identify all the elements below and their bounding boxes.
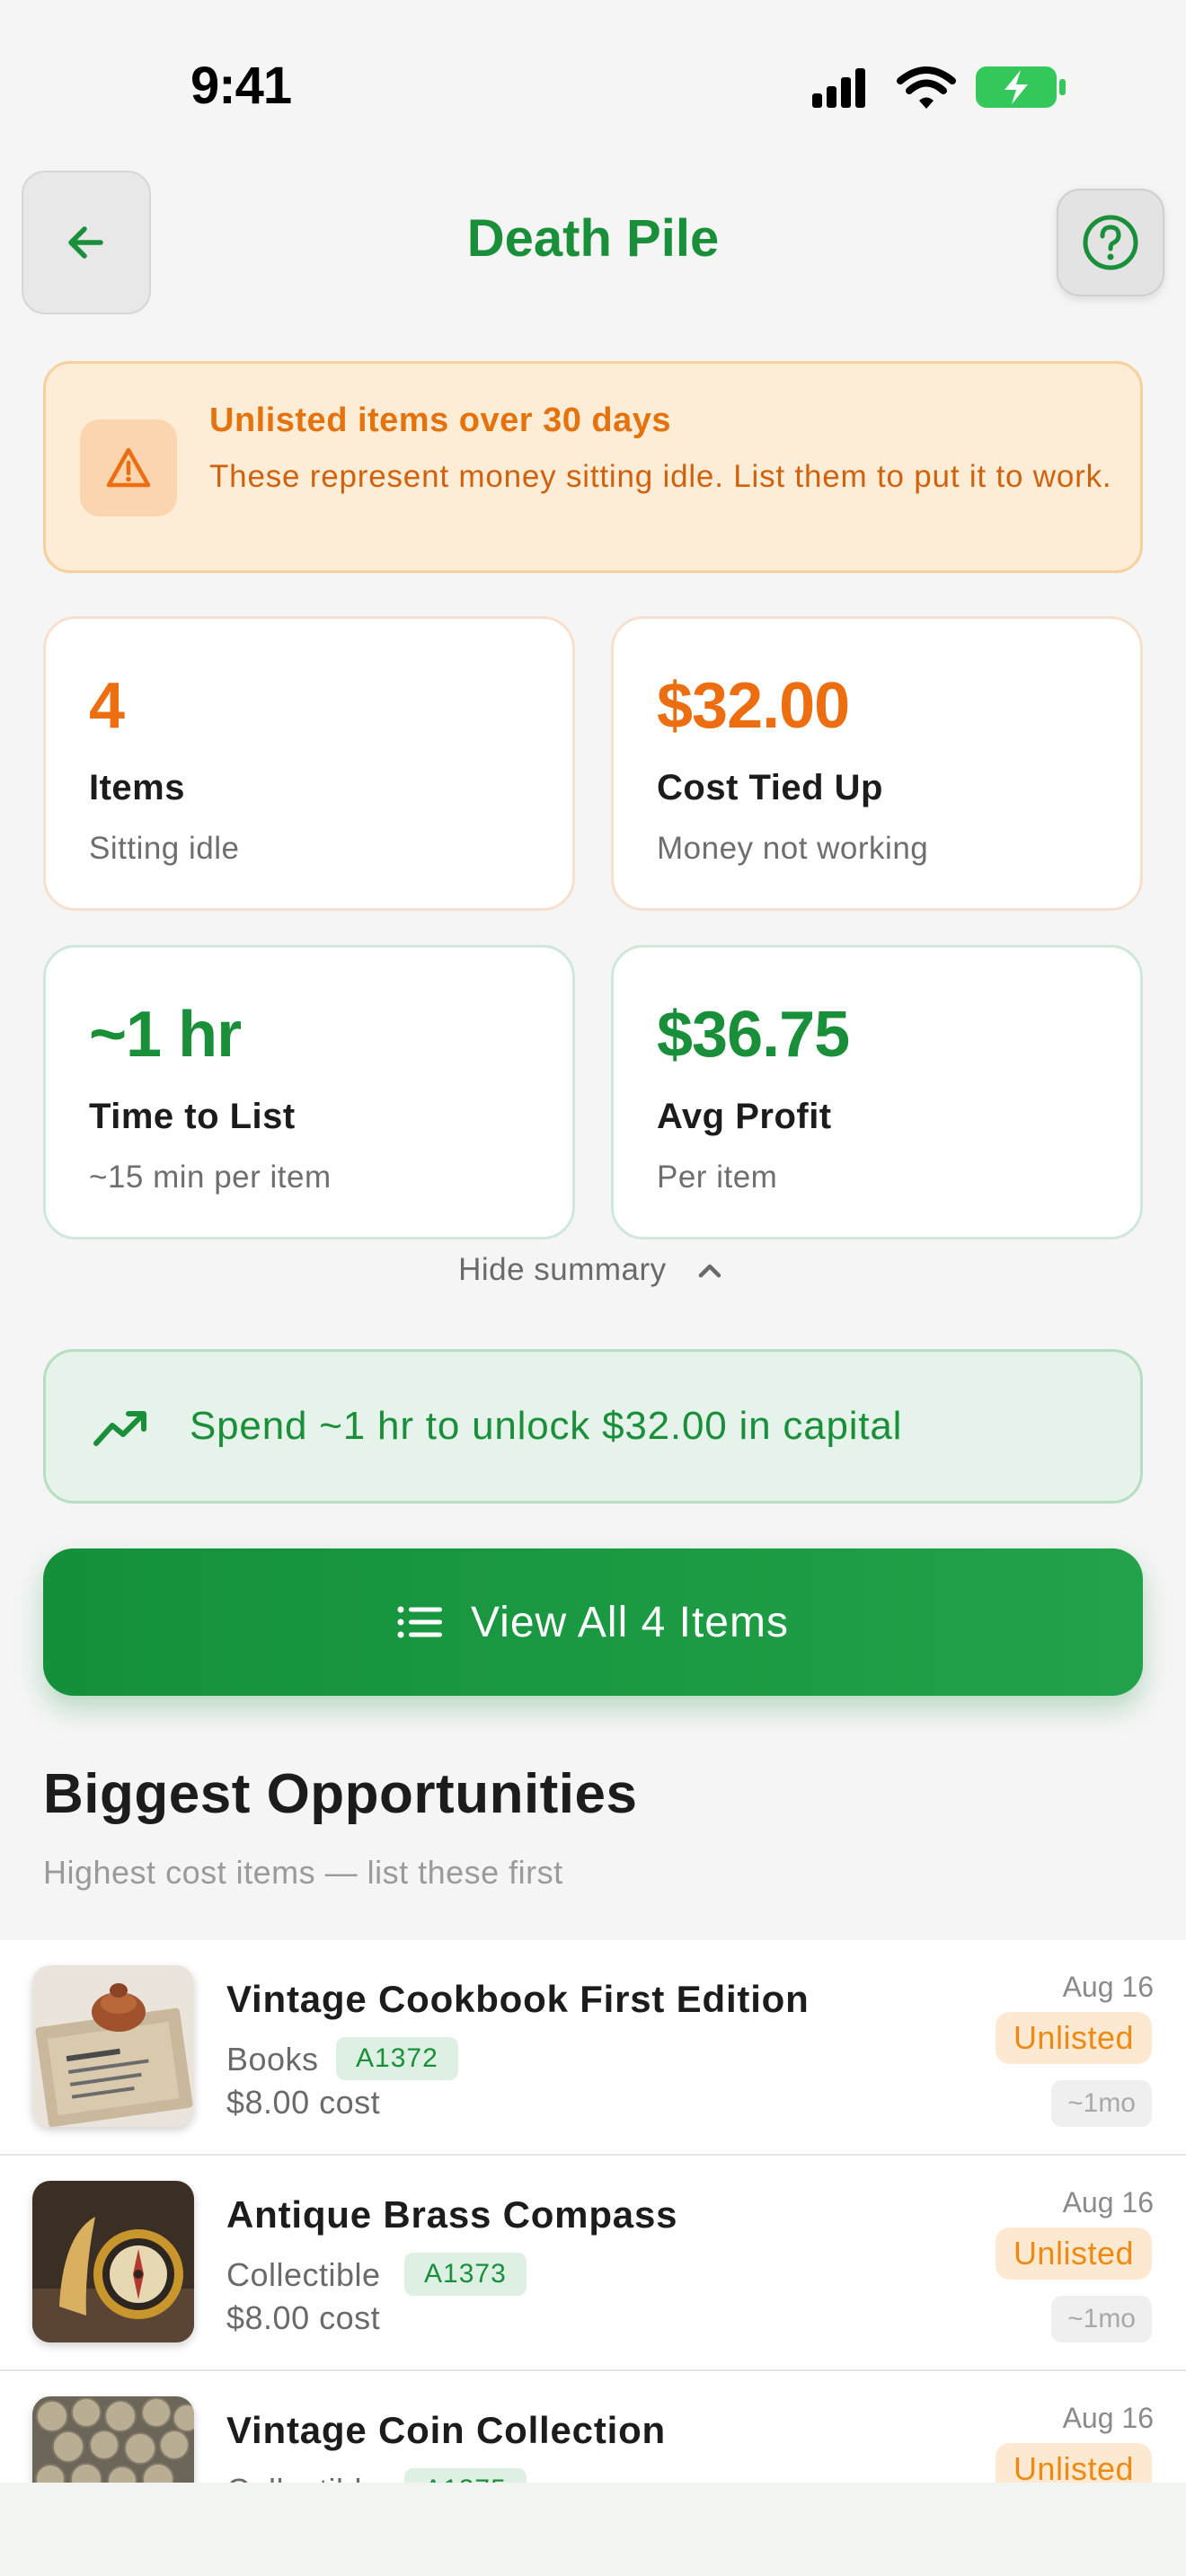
- hide-summary-label: Hide summary: [458, 1251, 667, 1287]
- stat-subtitle: Money not working: [657, 831, 929, 866]
- cellular-signal-icon: [812, 68, 865, 108]
- status-icons: [809, 63, 1069, 113]
- item-sku-badge: A1373: [404, 2253, 527, 2296]
- stat-subtitle: Per item: [657, 1160, 778, 1195]
- item-title: Vintage Coin Collection: [226, 2409, 666, 2451]
- stat-label: Time to List: [89, 1097, 296, 1136]
- stat-label: Avg Profit: [657, 1097, 832, 1136]
- list-item[interactable]: Antique Brass Compass Collectible A1373 …: [0, 2156, 1186, 2371]
- stat-value: ~1 hr: [89, 999, 242, 1071]
- unlock-capital-callout: Spend ~1 hr to unlock $32.00 in capital: [43, 1349, 1143, 1504]
- item-cost: $8.00 cost: [226, 2299, 381, 2336]
- item-category: Books: [226, 2041, 319, 2078]
- stat-card-avg-profit: $36.75 Avg Profit Per item: [611, 945, 1143, 1239]
- status-badge: Unlisted: [995, 2443, 1152, 2483]
- stat-label: Items: [89, 768, 185, 807]
- item-category: Collectible: [226, 2256, 381, 2293]
- wifi-icon: [897, 66, 956, 109]
- view-all-label: View All 4 Items: [471, 1598, 789, 1646]
- item-title: Antique Brass Compass: [226, 2193, 678, 2236]
- list-icon: [397, 1606, 443, 1638]
- stat-subtitle: ~15 min per item: [89, 1160, 332, 1195]
- status-badge: Unlisted: [995, 2012, 1152, 2064]
- bottom-bar: [0, 2483, 1186, 2576]
- hide-summary-toggle[interactable]: Hide summary: [0, 1250, 1186, 1288]
- list-item[interactable]: Vintage Coin Collection Collectible A137…: [0, 2371, 1186, 2483]
- alert-title: Unlisted items over 30 days: [209, 401, 672, 439]
- item-category: Collectible: [226, 2472, 381, 2483]
- item-age-badge: ~1mo: [1051, 2296, 1152, 2342]
- stat-card-items: 4 Items Sitting idle: [43, 616, 575, 911]
- stat-card-time-to-list: ~1 hr Time to List ~15 min per item: [43, 945, 575, 1239]
- item-thumbnail: [32, 2396, 194, 2483]
- section-subtitle: Highest cost items — list these first: [43, 1854, 563, 1891]
- status-bar: 9:41: [0, 0, 1186, 171]
- battery-charging-icon: [976, 66, 1066, 108]
- idle-items-alert: Unlisted items over 30 days These repres…: [43, 361, 1143, 573]
- item-date: Aug 16: [1062, 2186, 1154, 2219]
- stat-value: $36.75: [657, 999, 850, 1071]
- trending-up-icon: [93, 1411, 146, 1446]
- item-date: Aug 16: [1062, 2402, 1154, 2434]
- list-item[interactable]: Vintage Cookbook First Edition Books A13…: [0, 1940, 1186, 2156]
- callout-text: Spend ~1 hr to unlock $32.00 in capital: [190, 1404, 903, 1448]
- item-thumbnail: [32, 2181, 194, 2342]
- stat-card-cost-tied-up: $32.00 Cost Tied Up Money not working: [611, 616, 1143, 911]
- item-cost: $8.00 cost: [226, 2084, 381, 2121]
- item-date: Aug 16: [1062, 1971, 1154, 2003]
- alert-message: These represent money sitting idle. List…: [209, 459, 1112, 494]
- status-time: 9:41: [190, 57, 292, 115]
- chevron-up-icon: [698, 1264, 721, 1277]
- item-sku-badge: A1375: [404, 2468, 527, 2483]
- stat-label: Cost Tied Up: [657, 768, 883, 807]
- item-sku-badge: A1372: [336, 2037, 458, 2080]
- status-badge: Unlisted: [995, 2228, 1152, 2280]
- view-all-items-button[interactable]: View All 4 Items: [43, 1548, 1143, 1696]
- section-title: Biggest Opportunities: [43, 1763, 638, 1825]
- stat-value: 4: [89, 670, 125, 742]
- stat-value: $32.00: [657, 670, 850, 742]
- help-button[interactable]: [1057, 189, 1164, 296]
- warning-triangle-icon: [106, 447, 151, 488]
- warning-icon-container: [80, 419, 177, 516]
- page-title: Death Pile: [466, 209, 720, 268]
- item-title: Vintage Cookbook First Edition: [226, 1978, 810, 2020]
- item-age-badge: ~1mo: [1051, 2080, 1152, 2127]
- opportunities-list: Vintage Cookbook First Edition Books A13…: [0, 1940, 1186, 2483]
- nav-header: Death Pile: [0, 171, 1186, 314]
- item-thumbnail: [32, 1965, 194, 2127]
- question-circle-icon: [1083, 215, 1138, 270]
- stat-subtitle: Sitting idle: [89, 831, 240, 866]
